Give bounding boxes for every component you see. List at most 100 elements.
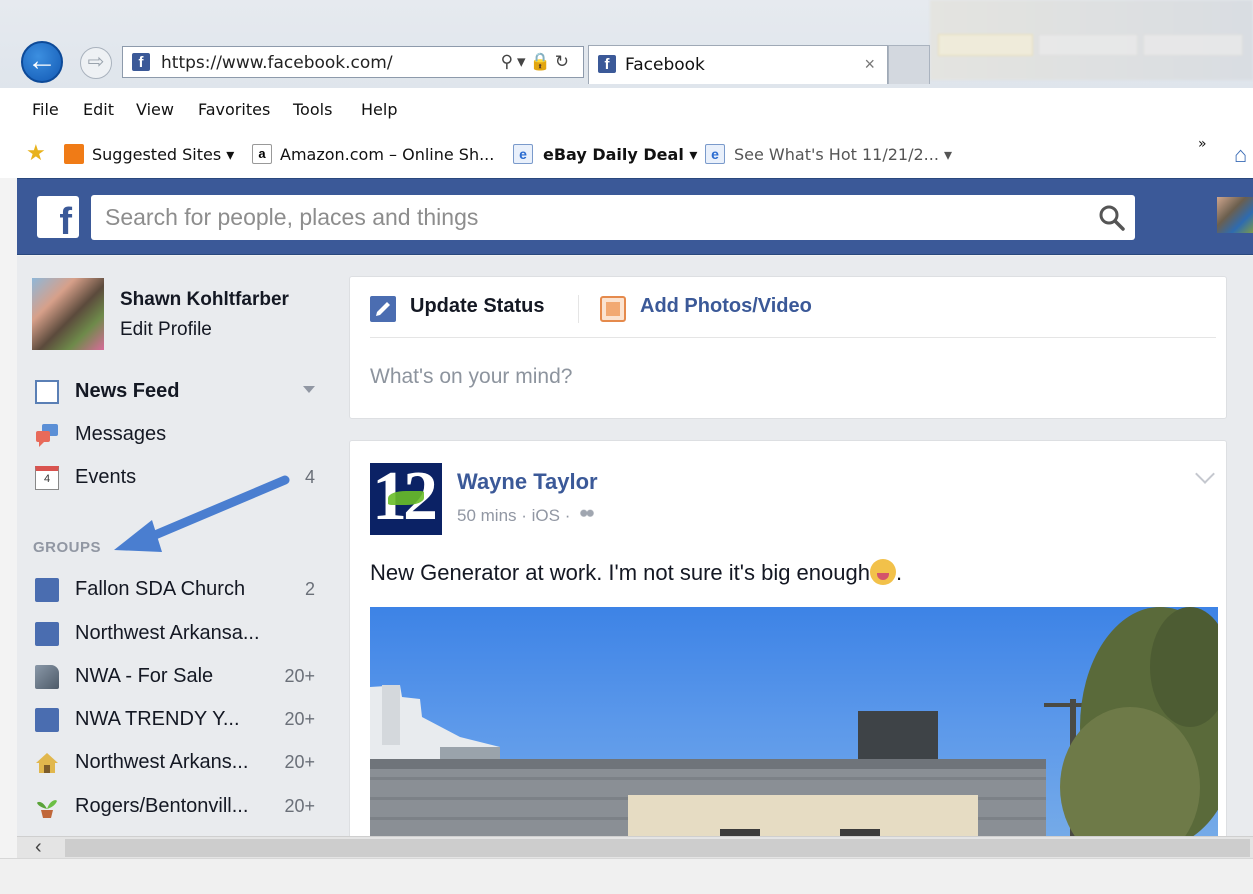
group-count: 20+ (284, 709, 315, 729)
sidebar-group-item[interactable]: NWA - For Sale 20+ (17, 659, 337, 695)
tab-update-status[interactable]: Update Status (410, 295, 544, 318)
ie-page-icon: e (513, 144, 533, 164)
sidebar-item-label: News Feed (75, 380, 180, 402)
favorite-amazon[interactable]: Amazon.com – Online Sh... (280, 145, 494, 164)
close-tab-icon[interactable]: × (864, 54, 875, 75)
tab-facebook[interactable]: f Facebook × (588, 45, 888, 84)
header-avatar[interactable] (1217, 197, 1253, 233)
annotation-arrow (114, 475, 290, 552)
sidebar-group-item[interactable]: NWA TRENDY Y... 20+ (17, 702, 337, 738)
profile-name[interactable]: Shawn Kohltfarber (120, 289, 289, 311)
menu-bar: File Edit View Favorites Tools Help (0, 88, 1253, 130)
background-window (930, 0, 1253, 80)
forward-button[interactable]: ⇨ (80, 47, 112, 79)
post-meta: 50 mins · iOS · (457, 506, 596, 526)
sidebar-item-messages[interactable]: Messages (17, 417, 337, 453)
sidebar-item-label: Messages (75, 423, 167, 445)
photo-icon (600, 296, 626, 322)
ie-page-icon: e (705, 144, 725, 164)
calendar-icon: 4 (35, 466, 59, 490)
window-edge (0, 178, 17, 858)
group-label: NWA TRENDY Y... (75, 708, 240, 730)
menu-tools[interactable]: Tools (293, 100, 332, 119)
composer-tab-separator (578, 295, 579, 323)
group-label: Fallon SDA Church (75, 578, 246, 600)
scroll-left-icon[interactable]: ‹ (35, 837, 42, 857)
status-input[interactable]: What's on your mind? (370, 365, 572, 389)
facebook-favicon-icon: f (598, 55, 616, 73)
tab-title: Facebook (625, 55, 705, 75)
group-label: Northwest Arkans... (75, 751, 249, 773)
tongue-emoji-icon (869, 559, 896, 585)
news-feed-column: Update Status Add Photos/Video What's on… (337, 256, 1253, 860)
address-bar[interactable]: f https://www.facebook.com/ ⚲▾🔒↻ (122, 46, 584, 78)
search-icon[interactable] (1097, 203, 1127, 233)
groups-heading: GROUPS (33, 539, 102, 556)
post-author-name[interactable]: Wayne Taylor (457, 469, 598, 495)
favorites-star-icon[interactable]: ★ (26, 140, 46, 166)
scrollbar-thumb[interactable] (65, 839, 1250, 857)
favorite-see-whats-hot[interactable]: See What's Hot 11/21/2... ▾ (734, 145, 952, 164)
search-input[interactable] (91, 195, 1071, 240)
news-feed-icon (35, 380, 59, 404)
post-text: New Generator at work. I'm not sure it's… (370, 559, 902, 586)
post-options-chevron-icon[interactable] (1195, 464, 1215, 484)
facebook-favicon-icon: f (132, 53, 150, 71)
sidebar-group-item[interactable]: Northwest Arkansa... (17, 616, 337, 652)
favorites-bar: ★ Suggested Sites ▾ a Amazon.com – Onlin… (0, 130, 1253, 178)
favorite-ebay-daily-deal[interactable]: eBay Daily Deal ▾ (543, 145, 697, 164)
plant-icon (37, 800, 57, 818)
menu-help[interactable]: Help (361, 100, 397, 119)
pencil-icon (370, 296, 396, 322)
post-text-body: New Generator at work. I'm not sure it's… (370, 560, 870, 585)
menu-favorites[interactable]: Favorites (198, 100, 270, 119)
menu-view[interactable]: View (136, 100, 174, 119)
address-bar-actions[interactable]: ⚲▾🔒↻ (501, 52, 573, 72)
refresh-icon[interactable]: ↻ (555, 52, 573, 71)
browser-status-bar (0, 858, 1253, 894)
group-count: 2 (304, 579, 315, 599)
search-icon[interactable]: ⚲▾ (501, 52, 530, 71)
favorite-suggested-sites[interactable]: Suggested Sites ▾ (92, 145, 234, 164)
photo-scene (370, 607, 1218, 859)
sidebar-group-item[interactable]: Rogers/Bentonvill... 20+ (17, 789, 337, 825)
group-count: 20+ (284, 666, 315, 686)
new-tab-button[interactable] (888, 45, 930, 84)
favorites-overflow-button[interactable]: » (1198, 136, 1207, 152)
profile-avatar[interactable] (32, 278, 104, 350)
back-button[interactable]: ← (21, 41, 63, 83)
browser-titlebar: ← ⇨ f https://www.facebook.com/ ⚲▾🔒↻ f F… (0, 0, 1253, 88)
search-box[interactable] (91, 195, 1135, 240)
group-label: Rogers/Bentonvill... (75, 795, 249, 817)
sidebar-group-item[interactable]: Fallon SDA Church 2 (17, 572, 337, 608)
post-timestamp[interactable]: 50 mins · iOS · (457, 506, 570, 525)
url-text[interactable]: https://www.facebook.com/ (161, 53, 393, 73)
sidebar-group-item[interactable]: Northwest Arkans... 20+ (17, 745, 337, 781)
facebook-logo-icon[interactable]: f (37, 196, 79, 238)
feed-post: 12 Wayne Taylor 50 mins · iOS · New Gene… (349, 440, 1227, 860)
sidebar-item-news-feed[interactable]: News Feed (17, 374, 337, 410)
group-count: 20+ (284, 796, 315, 816)
menu-edit[interactable]: Edit (83, 100, 114, 119)
messages-icon (36, 424, 58, 447)
home-icon[interactable]: ⌂ (1234, 142, 1247, 168)
suggested-sites-icon (64, 144, 84, 164)
status-composer: Update Status Add Photos/Video What's on… (349, 276, 1227, 419)
group-icon (35, 578, 59, 602)
edit-profile-link[interactable]: Edit Profile (120, 319, 212, 341)
menu-file[interactable]: File (32, 100, 59, 119)
post-author-avatar[interactable]: 12 (370, 463, 442, 535)
friends-audience-icon[interactable] (579, 509, 596, 521)
post-photo[interactable] (370, 607, 1218, 859)
group-icon (35, 708, 59, 732)
post-text-end: . (895, 560, 903, 585)
tab-add-photos-video[interactable]: Add Photos/Video (640, 295, 812, 318)
amazon-icon: a (252, 144, 272, 164)
group-label: Northwest Arkansa... (75, 622, 260, 644)
group-label: NWA - For Sale (75, 665, 214, 687)
lock-icon[interactable]: 🔒 (530, 52, 555, 71)
group-count: 20+ (284, 752, 315, 772)
horizontal-scrollbar[interactable]: ‹ (17, 836, 1253, 858)
events-count: 4 (304, 467, 315, 487)
chevron-down-icon[interactable] (303, 386, 315, 393)
